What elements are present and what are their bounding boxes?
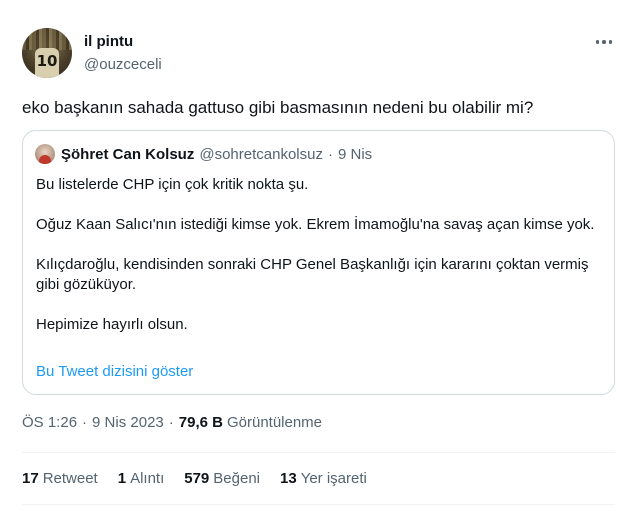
- quoted-paragraph: Hepimize hayırlı olsun.: [36, 316, 188, 333]
- likes-count: 579: [184, 470, 210, 487]
- quoted-author-display-name: Şöhret Can Kolsuz: [61, 145, 195, 163]
- tweet-header: 10 il pintu @ouzceceli: [22, 26, 622, 80]
- quoted-paragraph: Bu listelerde CHP için çok kritik nokta …: [36, 176, 309, 193]
- author-handle[interactable]: @ouzceceli: [84, 56, 162, 73]
- quoted-author-avatar: [35, 144, 55, 164]
- avatar-background: [22, 28, 72, 50]
- meta-separator: ·: [82, 414, 88, 431]
- quoted-author-handle: @sohretcankolsuz: [199, 145, 323, 163]
- tweet-date[interactable]: 9 Nis 2023: [92, 414, 164, 431]
- divider: [22, 452, 615, 453]
- quotes-stat[interactable]: 1 Alıntı: [118, 470, 165, 487]
- bookmarks-count: 13: [280, 470, 297, 487]
- retweets-stat[interactable]: 17 Retweet: [22, 470, 98, 487]
- bookmarks-stat[interactable]: 13 Yer işareti: [280, 470, 367, 487]
- views-count[interactable]: 79,6 B: [179, 414, 223, 431]
- retweets-count: 17: [22, 470, 39, 487]
- quoted-date: 9 Nis: [337, 145, 373, 163]
- quoted-tweet-body: Bu listelerde CHP için çok kritik nokta …: [36, 175, 601, 335]
- avatar-jersey-number: 10: [36, 52, 58, 70]
- bookmarks-label: Yer işareti: [300, 470, 367, 487]
- retweets-label: Retweet: [42, 470, 98, 487]
- likes-label: Beğeni: [213, 470, 260, 487]
- author-display-name[interactable]: il pintu: [84, 33, 133, 50]
- quoted-paragraph: Oğuz Kaan Salıcı'nın istediği kimse yok.…: [36, 216, 595, 233]
- quoted-tweet-header: Şöhret Can Kolsuz @sohretcankolsuz · 9 N…: [35, 144, 372, 164]
- tweet-meta: ÖS 1:26 · 9 Nis 2023 · 79,6 B Görüntülen…: [22, 414, 322, 431]
- tweet-text: eko başkanın sahada gattuso gibi basması…: [22, 98, 534, 117]
- divider: [22, 504, 615, 505]
- tweet-stats: 17 Retweet 1 Alıntı 579 Beğeni 13 Yer işaret…: [22, 470, 387, 487]
- show-thread-link[interactable]: Bu Tweet dizisini göster: [36, 363, 193, 380]
- author-avatar[interactable]: 10: [22, 28, 72, 78]
- quoted-tweet[interactable]: Şöhret Can Kolsuz @sohretcankolsuz · 9 N…: [22, 130, 615, 395]
- meta-separator: ·: [168, 414, 174, 431]
- likes-stat[interactable]: 579 Beğeni: [184, 470, 260, 487]
- more-horizontal-icon[interactable]: [594, 34, 614, 50]
- quotes-label: Alıntı: [130, 470, 165, 487]
- quotes-count: 1: [117, 470, 127, 487]
- quoted-separator: ·: [327, 145, 333, 163]
- quoted-paragraph: Kılıçdaroğlu, kendisinden sonraki CHP Ge…: [36, 256, 589, 293]
- tweet-time[interactable]: ÖS 1:26: [22, 414, 77, 431]
- views-label[interactable]: Görüntülenme: [227, 414, 322, 431]
